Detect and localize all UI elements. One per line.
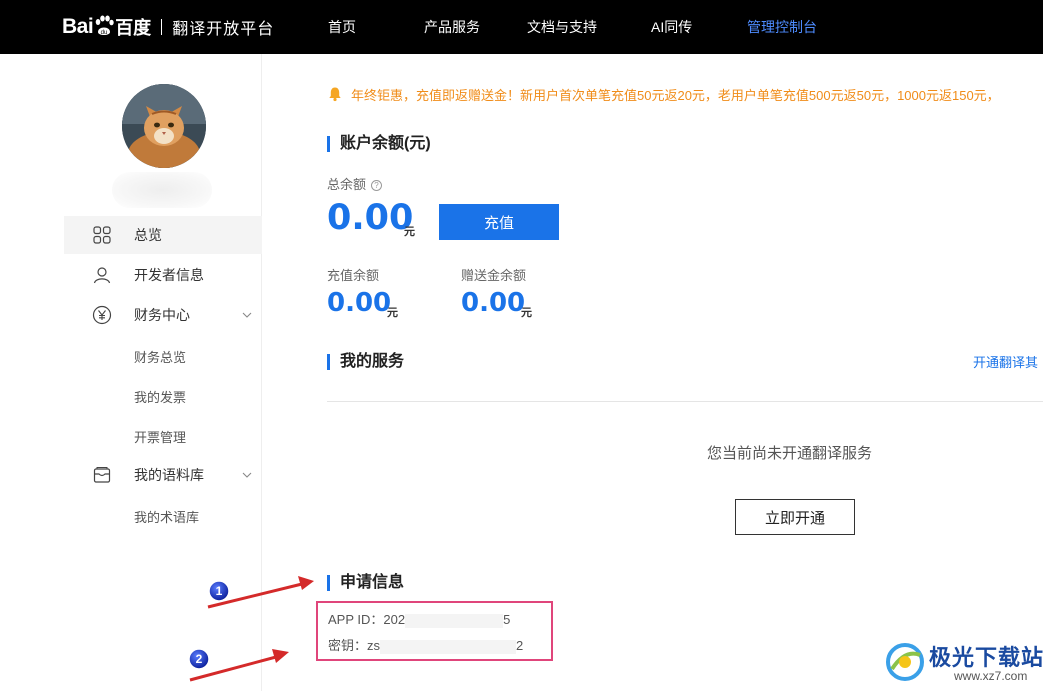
- sidebar-subitem-my-invoices[interactable]: 我的发票: [134, 387, 186, 406]
- sidebar-subitem-terminology[interactable]: 我的术语库: [134, 507, 199, 526]
- nav-docs[interactable]: 文档与支持: [527, 0, 597, 54]
- watermark-logo-icon: [886, 643, 924, 681]
- recharge-balance-label: 充值余额: [327, 268, 380, 283]
- help-icon[interactable]: ?: [371, 180, 383, 191]
- yen-icon: [92, 305, 112, 325]
- activate-now-button[interactable]: 立即开通: [735, 499, 855, 535]
- gift-balance-label: 赠送金余额: [461, 268, 527, 283]
- gift-balance-unit: 元: [521, 307, 532, 319]
- logo-divider: [161, 19, 163, 35]
- notice-text: 年终钜惠，充值即返赠送金！新用户首次单笔充值50元返20元，老用户单笔充值500…: [351, 87, 1000, 103]
- app-id-masked: [405, 613, 504, 628]
- sidebar-item-label: 我的语料库: [134, 467, 204, 483]
- svg-text:du: du: [101, 30, 108, 36]
- empty-services-text: 您当前尚未开通翻译服务: [707, 445, 873, 462]
- logo-text: Bai: [62, 15, 94, 38]
- watermark-url: www.xz7.com: [954, 669, 1028, 683]
- secret-key-row: 密钥：zs 2: [328, 635, 523, 654]
- chevron-down-icon[interactable]: [242, 310, 252, 320]
- sidebar-item-finance[interactable]: 财务中心: [64, 296, 262, 334]
- application-section-title: 申请信息: [327, 575, 404, 591]
- secret-key-label: 密钥：: [328, 638, 368, 653]
- sidebar-item-overview[interactable]: 总览: [64, 216, 262, 254]
- balance-section-title: 账户余额(元): [327, 136, 431, 152]
- user-icon: [92, 265, 112, 285]
- open-translation-link[interactable]: 开通翻译其: [973, 352, 1038, 371]
- logo-chinese: 百度: [115, 18, 152, 38]
- inbox-icon: [92, 465, 112, 485]
- sidebar: 总览 开发者信息 财务中心 财务总览 我的发票 开票管理 我的语料库 我的术语库: [0, 54, 262, 691]
- top-navigation-bar: Bai du 百度 翻译开放平台 首页 产品服务 文档与支持 AI同传 管理控制…: [0, 0, 1043, 54]
- app-id-prefix[interactable]: 202: [383, 612, 405, 627]
- nav-home[interactable]: 首页: [328, 0, 356, 54]
- paw-icon: du: [95, 15, 114, 36]
- app-id-suffix[interactable]: 5: [503, 612, 510, 627]
- nav-products[interactable]: 产品服务: [424, 0, 480, 54]
- sidebar-item-developer-info[interactable]: 开发者信息: [64, 256, 262, 294]
- sidebar-subitem-finance-overview[interactable]: 财务总览: [134, 347, 186, 366]
- nav-ai-interpretation[interactable]: AI同传: [651, 0, 692, 54]
- recharge-balance-unit: 元: [387, 307, 398, 319]
- secret-key-suffix[interactable]: 2: [516, 638, 523, 653]
- sidebar-item-corpus[interactable]: 我的语料库: [64, 456, 262, 494]
- sidebar-subitem-invoice-management[interactable]: 开票管理: [134, 427, 186, 446]
- sidebar-item-label: 开发者信息: [134, 267, 204, 283]
- watermark-text: 极光下载站: [929, 645, 1043, 670]
- total-balance-unit: 元: [404, 226, 415, 238]
- recharge-button[interactable]: 充值: [439, 204, 559, 240]
- gift-balance-value: 0.00: [461, 288, 526, 318]
- sidebar-item-label: 财务中心: [134, 307, 190, 323]
- promo-notice: 年终钜惠，充值即返赠送金！新用户首次单笔充值50元返20元，老用户单笔充值500…: [327, 84, 1043, 104]
- grid-icon: [92, 225, 112, 245]
- chevron-down-icon[interactable]: [242, 470, 252, 480]
- avatar[interactable]: [122, 84, 206, 168]
- recharge-balance-value: 0.00: [327, 288, 392, 318]
- total-balance-value: 0.00: [327, 198, 414, 238]
- nav-console[interactable]: 管理控制台: [747, 0, 817, 54]
- secret-key-masked: [380, 639, 517, 654]
- cat-avatar-image: [122, 84, 206, 168]
- username-blurred: [112, 172, 212, 208]
- logo-subtitle: 翻译开放平台: [172, 21, 275, 38]
- site-watermark: 极光下载站 www.xz7.com: [884, 636, 1043, 691]
- total-balance-label: 总余额?: [327, 174, 383, 193]
- app-id-row: APP ID：202 5: [328, 609, 510, 628]
- secret-key-prefix[interactable]: zs: [367, 638, 380, 653]
- app-id-label: APP ID：: [328, 612, 384, 627]
- services-section-title: 我的服务: [327, 354, 404, 370]
- baidu-logo[interactable]: Bai du 百度 翻译开放平台: [62, 12, 274, 42]
- application-info-highlight: APP ID：202 5 密钥：zs 2: [316, 601, 553, 661]
- sidebar-item-label: 总览: [134, 227, 162, 243]
- section-divider: [327, 401, 1043, 402]
- bell-icon: [329, 87, 341, 102]
